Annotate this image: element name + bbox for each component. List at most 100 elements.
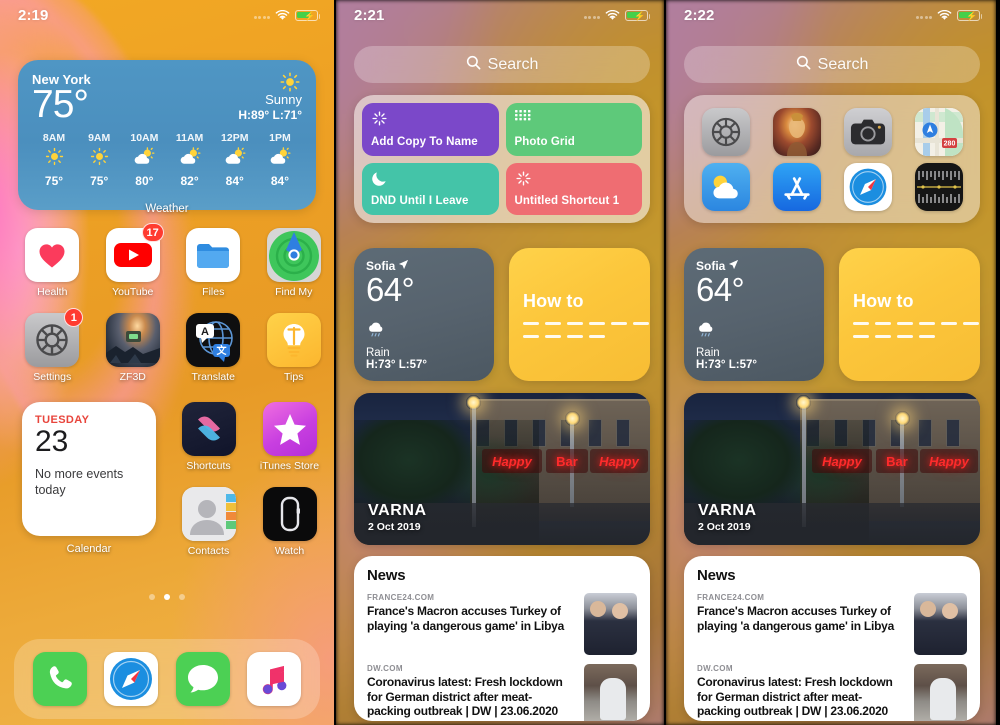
app-icon-contacts[interactable]: Contacts <box>170 487 247 557</box>
maps-icon[interactable]: 280 <box>914 107 963 156</box>
health-heart-icon <box>25 228 80 282</box>
app-label: Settings <box>33 371 72 383</box>
shortcuts-widget[interactable]: Add Copy To Name Photo Grid DND Until I … <box>354 95 650 223</box>
page-dot-active[interactable] <box>164 594 170 600</box>
status-time: 2:19 <box>18 6 49 24</box>
rain-cloud-icon <box>366 322 388 343</box>
app-label: Files <box>202 286 225 298</box>
news-story[interactable]: FRANCE24.COM France's Macron accuses Tur… <box>367 593 637 655</box>
news-title: News <box>367 567 406 584</box>
app-icon-watch[interactable]: Watch <box>251 487 328 557</box>
camera-icon[interactable] <box>843 107 892 156</box>
news-widget[interactable]: News FRANCE24.COM France's Macron accuse… <box>684 556 980 721</box>
app-row: Shortcuts iTunes Store <box>168 402 330 472</box>
find-my-radar-icon <box>266 228 321 282</box>
safari-compass-icon[interactable] <box>843 162 892 211</box>
photos-widget[interactable]: Happy Bar Happy VARNA 2 Oct 2019 <box>684 393 980 545</box>
signal-dots-icon <box>915 11 932 19</box>
hazmat-photo-thumb <box>914 664 967 721</box>
howto-widget[interactable]: How to <box>839 248 980 381</box>
photos-widget[interactable]: Happy Bar Happy VARNA 2 Oct 2019 <box>354 393 650 545</box>
hour-cell: 9AM 75° <box>77 132 121 188</box>
phone-handset-icon[interactable] <box>32 652 87 706</box>
app-icon-youtube[interactable]: 17 YouTube <box>95 223 172 298</box>
shortcut-name: DND Until I Leave <box>371 195 469 207</box>
wifi-icon <box>937 9 952 21</box>
measure-ruler-icon[interactable] <box>914 162 963 211</box>
music-note-icon[interactable] <box>247 652 302 706</box>
news-story[interactable]: FRANCE24.COM France's Macron accuses Tur… <box>697 593 967 655</box>
sun-cloud-icon <box>133 147 155 171</box>
app-icon-itunes-store[interactable]: iTunes Store <box>251 402 328 472</box>
sun-icon <box>280 72 300 92</box>
settings-gear-icon[interactable] <box>701 107 750 156</box>
app-suggestions-widget[interactable]: 280 <box>684 95 980 223</box>
svg-text:280: 280 <box>943 140 955 147</box>
app-icon-settings[interactable]: 1 Settings <box>14 308 91 383</box>
today-view-shortcuts-panel: 2:21 ⚡ Search Add Copy To Name Photo Gri… <box>334 0 666 725</box>
svg-text:A: A <box>201 326 209 338</box>
weather-widget[interactable]: New York 75° Sunny H:89° L:71° 8AM 75° 9… <box>18 60 316 210</box>
weather-hourly-forecast: 8AM 75° 9AM 75° 10AM 80° 11AM 82° 12PM 8… <box>32 132 302 188</box>
dock <box>14 639 320 719</box>
search-input[interactable]: Search <box>684 46 980 83</box>
app-icon-health[interactable]: Health <box>14 228 91 298</box>
game-artwork-icon[interactable] <box>772 107 821 156</box>
weather-widget[interactable]: Sofia 64° Rain H:73° L:57° <box>354 248 494 381</box>
app-icon-files[interactable]: Files <box>175 228 252 298</box>
news-story[interactable]: DW.COM Coronavirus latest: Fresh lockdow… <box>697 664 967 721</box>
sparkle-burst-icon <box>515 170 634 192</box>
app-icon-find-my[interactable]: Find My <box>256 228 333 298</box>
page-dots[interactable] <box>0 594 334 600</box>
app-store-icon[interactable] <box>772 162 821 211</box>
search-input[interactable]: Search <box>354 46 650 83</box>
hour-temp: 75° <box>44 174 64 188</box>
status-bar: 2:21 ⚡ <box>336 0 664 30</box>
rain-cloud-icon <box>696 322 718 343</box>
howto-widget[interactable]: How to <box>509 248 650 381</box>
calendar-widget[interactable]: TUESDAY 23 No more events today <box>22 402 156 536</box>
news-source: DW.COM <box>697 664 733 673</box>
photo-title: VARNA <box>368 502 427 519</box>
page-dot[interactable] <box>179 594 185 600</box>
search-placeholder: Search <box>817 55 869 73</box>
neon-sign-happy-2: Happy <box>590 449 648 473</box>
shortcut-name: Untitled Shortcut 1 <box>514 195 620 207</box>
shortcut-tile-untitled-shortcut-1[interactable]: Untitled Shortcut 1 <box>505 162 642 215</box>
neon-sign-happy-2: Happy <box>920 449 978 473</box>
app-label: Watch <box>274 545 305 557</box>
hour-cell: 1PM 84° <box>258 132 302 188</box>
app-icon-zf3d[interactable]: ZF3D <box>95 313 172 383</box>
photo-title: VARNA <box>698 502 757 519</box>
macron-photo-thumb <box>584 593 637 655</box>
weather-widget[interactable]: Sofia 64° Rain H:73° L:57° <box>684 248 824 381</box>
messages-bubble-icon[interactable] <box>175 652 230 706</box>
hour-label: 10AM <box>130 132 159 144</box>
hour-temp: 82° <box>180 174 199 188</box>
app-icon-translate[interactable]: A文 Translate <box>175 313 252 383</box>
app-column-right: Shortcuts iTunes Store Contacts Watch <box>168 402 330 557</box>
svg-text:文: 文 <box>217 344 228 357</box>
status-time: 2:22 <box>684 6 715 24</box>
shortcut-tile-dnd-until-i-leave[interactable]: DND Until I Leave <box>362 162 499 215</box>
moon-icon <box>371 170 490 192</box>
signal-dots-icon <box>253 11 270 19</box>
app-icon-tips[interactable]: Tips <box>256 313 333 383</box>
news-story[interactable]: DW.COM Coronavirus latest: Fresh lockdow… <box>367 664 637 721</box>
hour-label: 12PM <box>221 132 249 144</box>
battery-charging-icon: ⚡ <box>625 9 651 21</box>
shortcut-tile-photo-grid[interactable]: Photo Grid <box>505 103 642 156</box>
news-source: FRANCE24.COM <box>367 593 435 602</box>
news-widget[interactable]: News FRANCE24.COM France's Macron accuse… <box>354 556 650 721</box>
hour-label: 8AM <box>42 132 66 144</box>
app-icon-shortcuts[interactable]: Shortcuts <box>170 402 247 472</box>
page-dot[interactable] <box>149 594 155 600</box>
shortcut-tile-add-copy-to-name[interactable]: Add Copy To Name <box>362 103 499 156</box>
app-row: Health 17 YouTube Files Find My <box>0 223 334 298</box>
weather-temperature: 64° <box>696 271 745 308</box>
weather-high-low: H:73° L:57° <box>366 359 427 371</box>
photo-date: 2 Oct 2019 <box>698 521 751 533</box>
app-label: Translate <box>191 371 235 383</box>
safari-compass-icon[interactable] <box>104 652 159 706</box>
weather-sun-cloud-icon[interactable] <box>701 162 750 211</box>
